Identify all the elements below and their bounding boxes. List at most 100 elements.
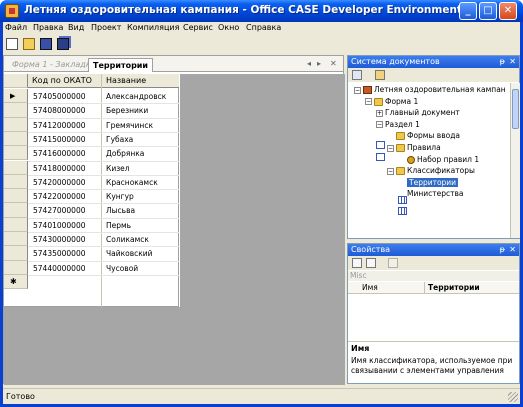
- name-cell[interactable]: Соликамск: [106, 235, 149, 244]
- menu-compile[interactable]: Компиляция: [127, 23, 179, 32]
- property-pages-icon[interactable]: [388, 258, 398, 268]
- okato-cell[interactable]: 57430000000: [33, 235, 86, 244]
- app-icon: [5, 4, 19, 18]
- menu-service[interactable]: Сервис: [183, 23, 213, 32]
- menu-file[interactable]: Файл: [5, 23, 27, 32]
- new-row-header[interactable]: ✱: [4, 274, 28, 290]
- row-header[interactable]: [4, 131, 28, 147]
- collapse-icon[interactable]: −: [387, 167, 394, 175]
- row-header[interactable]: [4, 146, 28, 161]
- pin-icon[interactable]: ᵽ: [500, 245, 505, 254]
- sort-alpha-icon[interactable]: [366, 258, 376, 268]
- tab-form1-bookmark[interactable]: Форма 1 - Закладк: [8, 58, 95, 72]
- row-header[interactable]: [4, 103, 28, 118]
- row-header[interactable]: [4, 260, 28, 275]
- refresh-icon[interactable]: [352, 70, 362, 80]
- collapse-icon[interactable]: −: [387, 144, 394, 152]
- close-button[interactable]: ✕: [499, 2, 517, 20]
- maximize-button[interactable]: □: [479, 2, 497, 20]
- name-cell[interactable]: Кизел: [106, 164, 130, 173]
- tree-node[interactable]: − Классификаторы: [387, 166, 475, 176]
- save-all-icon[interactable]: [57, 38, 69, 50]
- tree-node[interactable]: + Главный документ: [376, 108, 460, 150]
- property-divider: [424, 282, 425, 294]
- menu-window[interactable]: Окно: [218, 23, 239, 32]
- name-cell[interactable]: Гремячинск: [106, 121, 153, 130]
- tree-node[interactable]: Министерства: [398, 189, 464, 216]
- row-header[interactable]: [4, 203, 28, 218]
- name-cell[interactable]: Кунгур: [106, 192, 134, 201]
- document-area: Форма 1 - Закладк Территории ◂ ▸ ✕ Код п…: [3, 55, 345, 385]
- row-header[interactable]: [4, 174, 28, 190]
- okato-cell[interactable]: 57415000000: [33, 135, 86, 144]
- tree-scrollbar-thumb[interactable]: [512, 89, 519, 129]
- row-header[interactable]: [4, 117, 28, 132]
- minimize-button[interactable]: _: [459, 2, 477, 20]
- menu-project[interactable]: Проект: [91, 23, 121, 32]
- okato-cell[interactable]: 57408000000: [33, 106, 86, 115]
- document-system-title[interactable]: Система документов ᵽ ✕: [348, 56, 519, 68]
- okato-cell[interactable]: 57435000000: [33, 249, 86, 258]
- name-cell[interactable]: Губаха: [106, 135, 133, 144]
- collapse-icon[interactable]: −: [365, 98, 372, 106]
- column-header-name[interactable]: Название: [106, 76, 146, 85]
- name-cell[interactable]: Чусовой: [106, 264, 138, 273]
- pin-icon[interactable]: ᵽ: [500, 57, 505, 66]
- row-header[interactable]: [4, 189, 28, 204]
- expand-icon[interactable]: +: [376, 109, 383, 117]
- tree-node[interactable]: − Правила: [387, 143, 441, 153]
- row-header[interactable]: [4, 246, 28, 261]
- collapse-icon[interactable]: −: [376, 121, 383, 129]
- tab-prev-icon[interactable]: ◂: [307, 59, 311, 68]
- tab-next-icon[interactable]: ▸: [317, 59, 321, 68]
- row-header[interactable]: [4, 160, 28, 175]
- tab-close-icon[interactable]: ✕: [330, 59, 337, 68]
- okato-cell[interactable]: 57422000000: [33, 192, 86, 201]
- properties-title[interactable]: Свойства ᵽ ✕: [348, 244, 519, 256]
- okato-cell[interactable]: 57440000000: [33, 264, 86, 273]
- window-title: Летняя оздоровительная кампания - Office…: [24, 4, 462, 16]
- tree-node[interactable]: Территории: [398, 177, 459, 204]
- collapse-icon[interactable]: −: [354, 86, 361, 94]
- name-cell[interactable]: Березники: [106, 106, 148, 115]
- panel-close-icon[interactable]: ✕: [509, 57, 516, 66]
- open-folder-icon[interactable]: [23, 38, 35, 50]
- new-file-icon[interactable]: [6, 38, 18, 50]
- name-cell[interactable]: Добрянка: [106, 149, 144, 158]
- okato-cell[interactable]: 57405000000: [33, 92, 86, 101]
- tree-node[interactable]: Набор правил 1: [398, 155, 479, 165]
- okato-cell[interactable]: 57412000000: [33, 121, 86, 130]
- name-cell[interactable]: Чайковский: [106, 249, 153, 258]
- row-header[interactable]: [4, 217, 28, 232]
- property-row[interactable]: Имя Территории: [348, 282, 519, 294]
- panel-close-icon[interactable]: ✕: [509, 245, 516, 254]
- menu-edit[interactable]: Правка: [33, 23, 63, 32]
- okato-cell[interactable]: 57420000000: [33, 178, 86, 187]
- name-cell[interactable]: Пермь: [106, 221, 131, 230]
- name-cell[interactable]: Александровск: [106, 92, 166, 101]
- save-icon[interactable]: [40, 38, 52, 50]
- tree-node[interactable]: − Форма 1: [365, 97, 418, 107]
- okato-cell[interactable]: 57418000000: [33, 164, 86, 173]
- tree-node[interactable]: Формы ввода: [387, 131, 460, 141]
- menu-view[interactable]: Вид: [68, 23, 84, 32]
- title-bar[interactable]: Летняя оздоровительная кампания - Office…: [0, 0, 523, 22]
- tab-territories[interactable]: Территории: [88, 58, 154, 72]
- folder-icon[interactable]: [375, 70, 385, 80]
- property-value[interactable]: Территории: [428, 283, 480, 292]
- tree-node[interactable]: − Раздел 1: [376, 120, 420, 161]
- row-header[interactable]: [4, 232, 28, 247]
- tree-node[interactable]: − Летняя оздоровительная кампан: [354, 85, 506, 95]
- okato-cell[interactable]: 57427000000: [33, 206, 86, 215]
- name-cell[interactable]: Краснокамск: [106, 178, 158, 187]
- okato-cell[interactable]: 57401000000: [33, 221, 86, 230]
- okato-cell[interactable]: 57416000000: [33, 149, 86, 158]
- categorized-icon[interactable]: [352, 258, 362, 268]
- column-header-okato[interactable]: Код по ОКАТО: [32, 76, 92, 85]
- name-cell[interactable]: Лысьва: [106, 206, 135, 215]
- tree-scrollbar[interactable]: [510, 83, 520, 238]
- menu-help[interactable]: Справка: [246, 23, 281, 32]
- row-header[interactable]: ▶: [4, 89, 28, 104]
- property-section-misc[interactable]: Misc: [348, 271, 519, 281]
- resize-grip-icon[interactable]: [508, 392, 518, 402]
